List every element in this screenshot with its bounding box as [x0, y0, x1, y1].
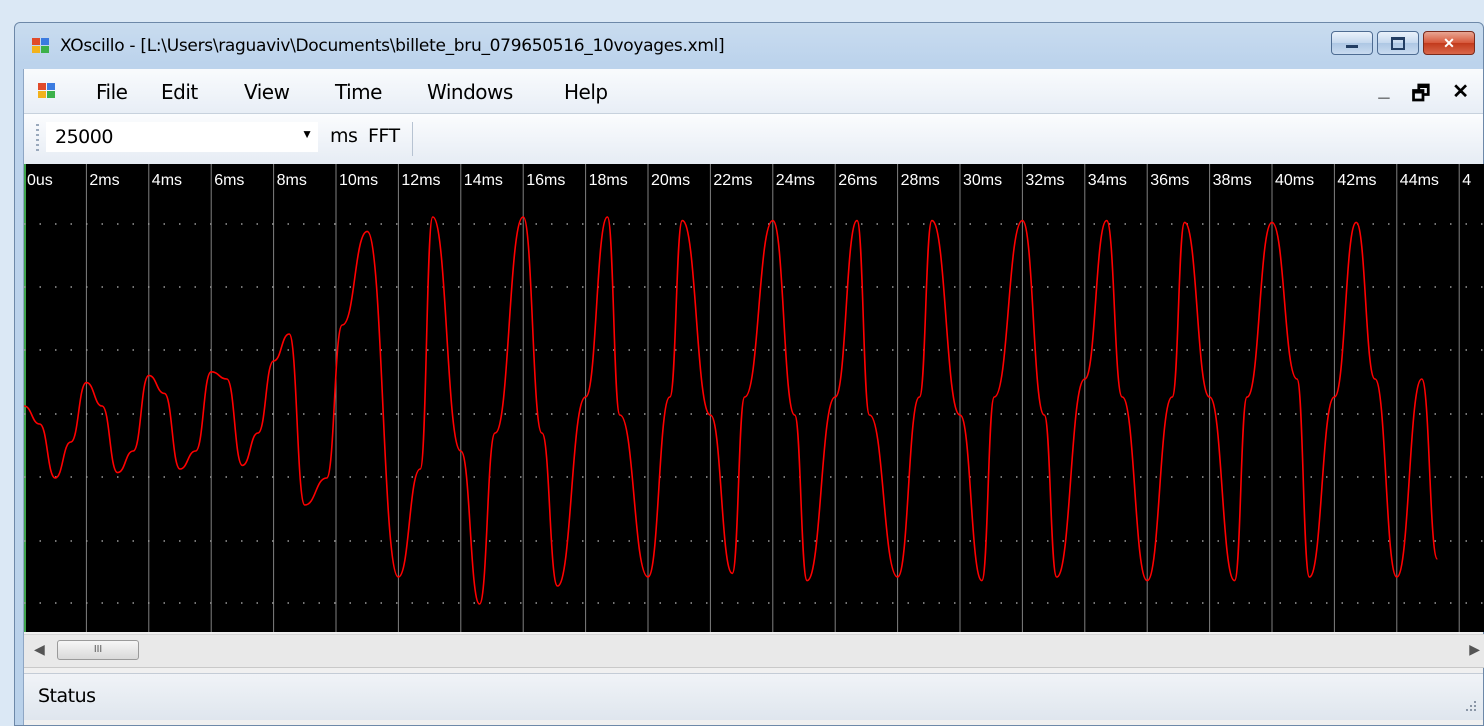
- status-bar: Status: [24, 673, 1483, 720]
- mdi-restore-icon[interactable]: 🗗: [1411, 79, 1430, 113]
- menu-help[interactable]: Help: [564, 80, 608, 104]
- close-button[interactable]: ✕: [1423, 31, 1475, 55]
- status-text: Status: [38, 685, 96, 707]
- time-tick-label: 18ms: [589, 172, 628, 189]
- time-tick-label: 14ms: [464, 172, 503, 189]
- maximize-icon: [1391, 37, 1405, 50]
- caption-buttons: ✕: [1327, 31, 1475, 57]
- resize-grip-icon[interactable]: [1463, 698, 1477, 712]
- menu-windows[interactable]: Windows: [427, 80, 513, 104]
- menu-time[interactable]: Time: [335, 80, 382, 104]
- time-tick-label: 22ms: [713, 172, 752, 189]
- time-tick-label: 12ms: [401, 172, 440, 189]
- time-window-combo[interactable]: 25000 ▼: [46, 122, 318, 152]
- time-tick-label: 28ms: [901, 172, 940, 189]
- menu-bar: File Edit View Time Windows Help _ 🗗 ✕: [24, 69, 1483, 114]
- mdi-child-icon[interactable]: [38, 83, 56, 99]
- time-tick-label: 24ms: [776, 172, 815, 189]
- menu-view[interactable]: View: [244, 80, 290, 104]
- time-tick-label: 40ms: [1275, 172, 1314, 189]
- toolbar-separator: [412, 122, 413, 156]
- time-tick-label: 30ms: [963, 172, 1002, 189]
- oscilloscope-display[interactable]: 0us 2ms 4ms 6ms 8ms 10ms 12ms 14ms 16ms 18ms 20ms 2…: [24, 164, 1484, 632]
- scroll-thumb[interactable]: III: [57, 640, 139, 660]
- time-tick-label: 38ms: [1213, 172, 1252, 189]
- time-tick-label: 10ms: [339, 172, 378, 189]
- mdi-controls: _ 🗗 ✕: [1378, 79, 1469, 113]
- title-bar[interactable]: XOscillo - [L:\Users\raguaviv\Documents\…: [15, 23, 1483, 69]
- time-tick-label: 8ms: [277, 172, 307, 189]
- time-tick-label: 2ms: [89, 172, 119, 189]
- time-tick-label: 42ms: [1337, 172, 1376, 189]
- time-tick-label: 6ms: [214, 172, 244, 189]
- time-tick-label: 26ms: [838, 172, 877, 189]
- time-tick-label: 16ms: [526, 172, 565, 189]
- time-tick-label: 36ms: [1150, 172, 1189, 189]
- dropdown-arrow-icon[interactable]: ▼: [301, 127, 313, 141]
- fft-button[interactable]: FFT: [368, 125, 400, 147]
- app-icon[interactable]: [32, 38, 50, 54]
- toolbar-grip-icon[interactable]: [36, 124, 39, 154]
- menu-file[interactable]: File: [96, 80, 128, 104]
- horizontal-scrollbar[interactable]: ◀ III ▶: [24, 634, 1484, 668]
- waveform-chart: 0us 2ms 4ms 6ms 8ms 10ms 12ms 14ms 16ms 18ms 20ms 2…: [24, 164, 1484, 632]
- time-window-value: 25000: [55, 126, 113, 148]
- time-tick-label: 4: [1462, 172, 1471, 189]
- time-tick-label: 20ms: [651, 172, 690, 189]
- app-window: XOscillo - [L:\Users\raguaviv\Documents\…: [14, 22, 1484, 726]
- mdi-minimize-icon[interactable]: _: [1378, 79, 1389, 113]
- maximize-button[interactable]: [1377, 31, 1419, 55]
- time-unit-label: ms: [330, 125, 358, 147]
- mdi-close-icon[interactable]: ✕: [1452, 79, 1469, 113]
- close-icon: ✕: [1443, 35, 1455, 51]
- menu-edit[interactable]: Edit: [161, 80, 198, 104]
- scroll-right-icon[interactable]: ▶: [1469, 641, 1480, 658]
- time-tick-label: 44ms: [1400, 172, 1439, 189]
- minimize-button[interactable]: [1331, 31, 1373, 55]
- time-tick-label: 0us: [27, 172, 53, 189]
- toolbar: 25000 ▼ ms FFT: [24, 114, 1483, 165]
- time-tick-label: 4ms: [152, 172, 182, 189]
- scroll-left-icon[interactable]: ◀: [34, 641, 45, 658]
- client-area: File Edit View Time Windows Help _ 🗗 ✕ 2…: [23, 69, 1484, 725]
- time-tick-label: 34ms: [1088, 172, 1127, 189]
- minimize-icon: [1346, 45, 1358, 48]
- time-tick-label: 32ms: [1025, 172, 1064, 189]
- waveform-trace: [24, 216, 1439, 605]
- window-title: XOscillo - [L:\Users\raguaviv\Documents\…: [60, 36, 725, 56]
